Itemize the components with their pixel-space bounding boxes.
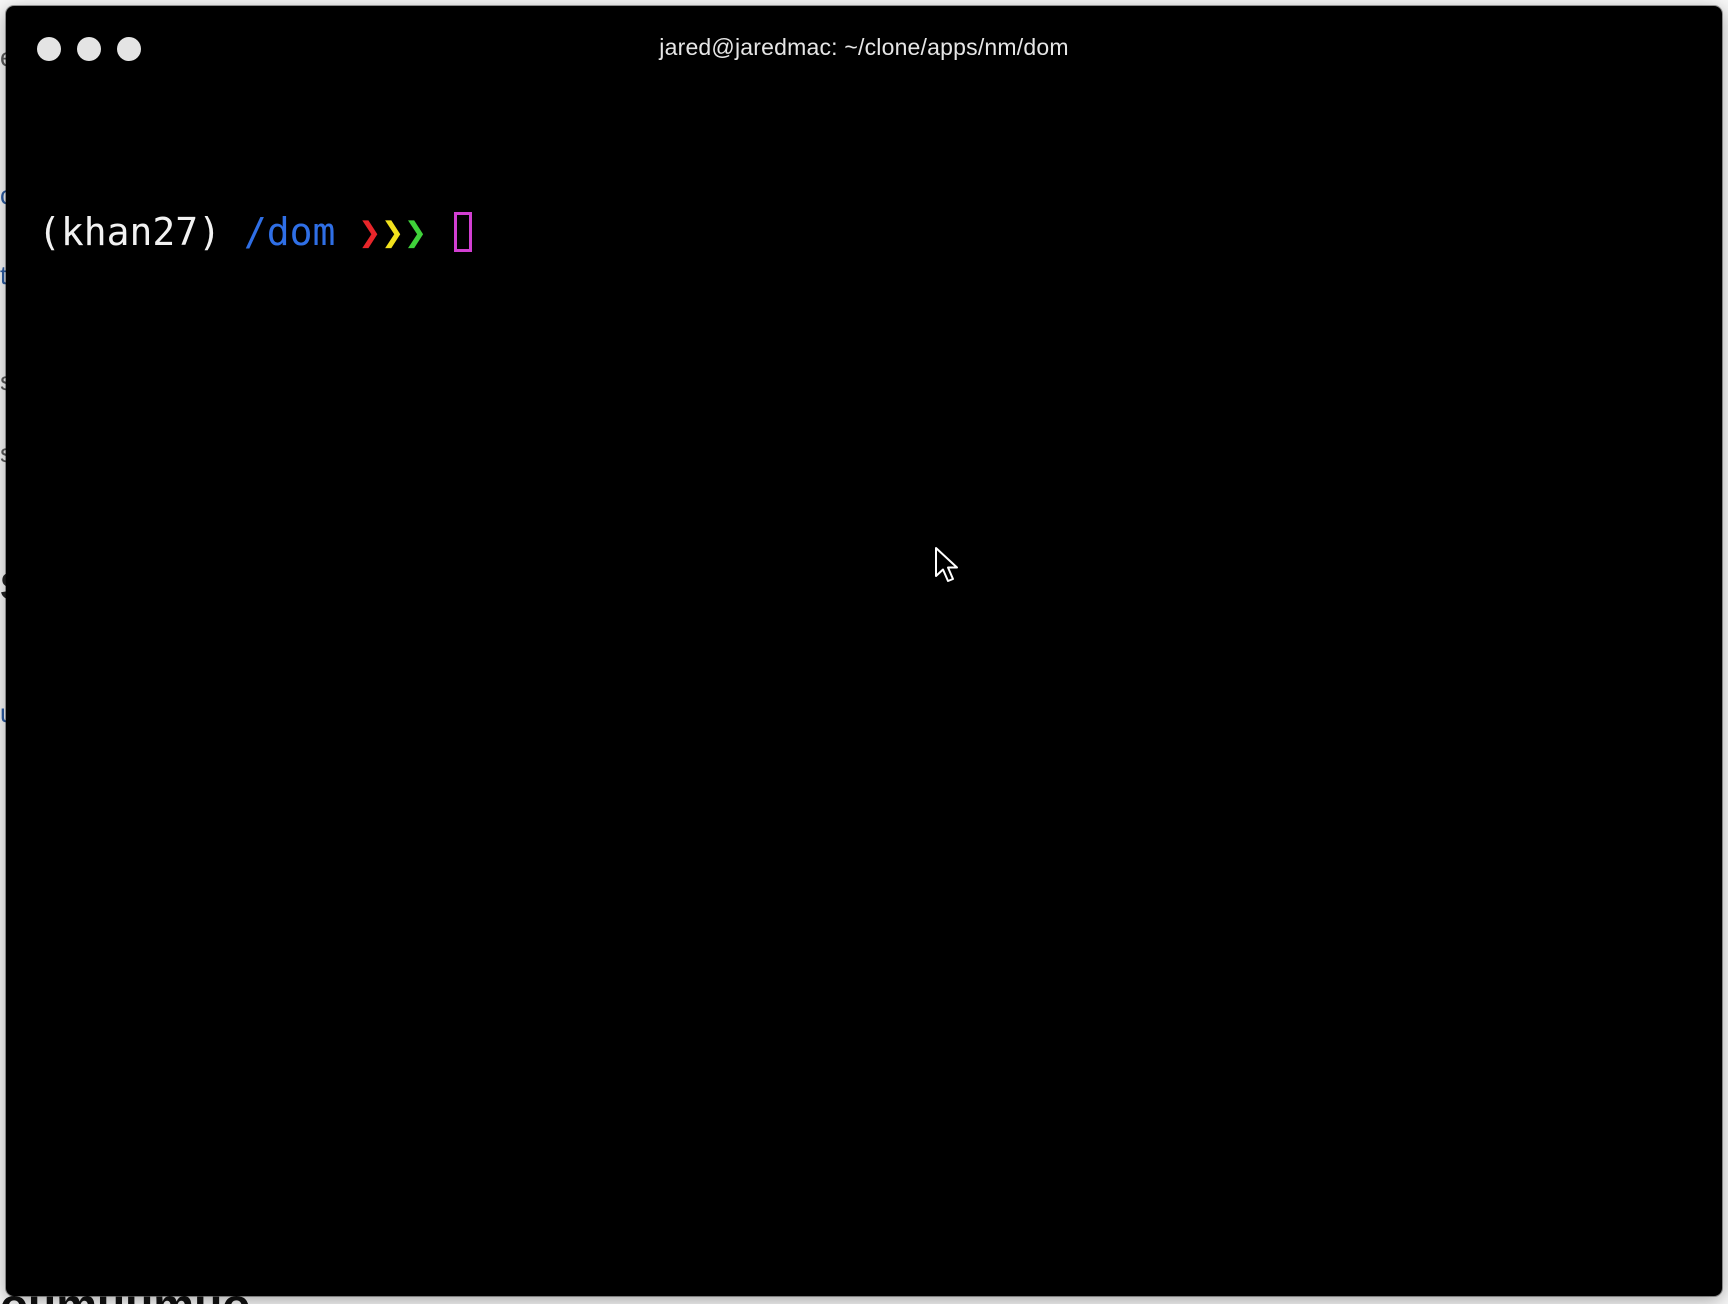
mouse-pointer-icon [935, 547, 958, 582]
prompt-chevron-yellow: ❯ [381, 210, 405, 254]
window-title: jared@jaredmac: ~/clone/apps/nm/dom [659, 34, 1069, 60]
prompt-env: (khan27) [38, 210, 222, 254]
terminal-window[interactable]: jared@jaredmac: ~/clone/apps/nm/dom (kha… [6, 6, 1722, 1296]
text-cursor[interactable] [453, 212, 472, 252]
prompt-chevron-green: ❯ [404, 210, 427, 254]
prompt-chevron-red: ❯ [358, 210, 382, 254]
title-bar[interactable]: jared@jaredmac: ~/clone/apps/nm/dom [6, 6, 1722, 76]
prompt-line: (khan27) /dom ❯ ❯ ❯ [38, 206, 1702, 258]
terminal-output[interactable]: (khan27) /dom ❯ ❯ ❯ [38, 102, 1702, 1276]
prompt-cwd: /dom [243, 210, 336, 254]
